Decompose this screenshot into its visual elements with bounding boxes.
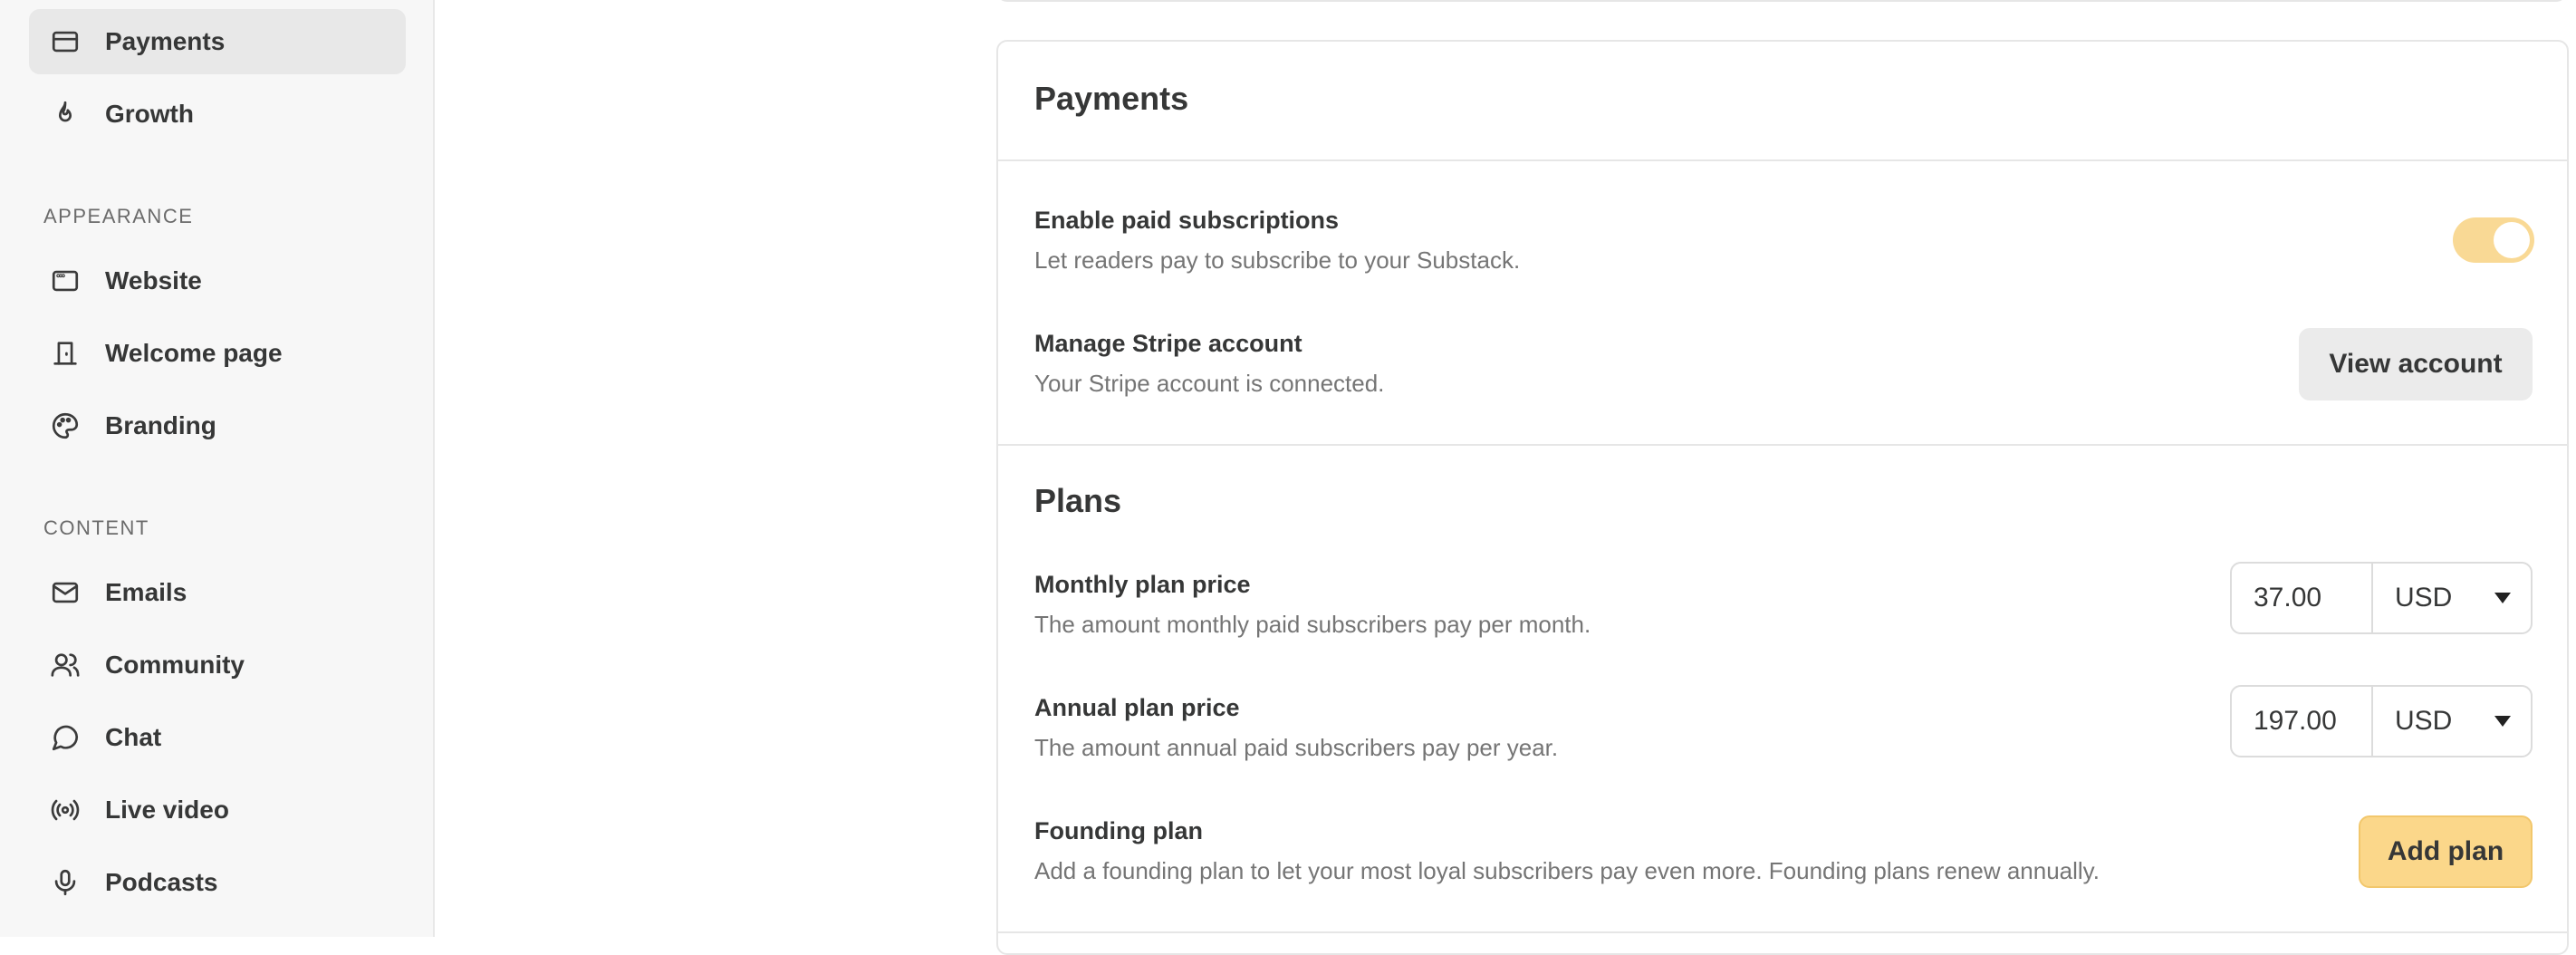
users-icon: [49, 649, 82, 681]
mail-icon: [49, 576, 82, 609]
sidebar-item-growth[interactable]: Growth: [29, 82, 406, 147]
annual-plan-title: Annual plan price: [1034, 694, 1240, 721]
section-label-content: CONTENT: [43, 516, 149, 539]
palette-icon: [49, 410, 82, 442]
stripe-desc: Your Stripe account is connected.: [1034, 370, 1385, 397]
annual-price-group: 197.00 USD: [2230, 685, 2533, 757]
currency-value: USD: [2395, 706, 2453, 736]
sidebar-item-payments[interactable]: Payments: [29, 9, 406, 74]
caret-down-icon: [2494, 716, 2511, 727]
monthly-plan-title: Monthly plan price: [1034, 571, 1251, 598]
previous-card-edge: [996, 0, 2567, 2]
sidebar-item-branding[interactable]: Branding: [29, 393, 406, 458]
divider: [998, 444, 2567, 446]
sidebar-item-label: Payments: [105, 27, 226, 55]
section-label-appearance: APPEARANCE: [43, 205, 194, 227]
sidebar-item-community[interactable]: Community: [29, 632, 406, 698]
payments-title: Payments: [1034, 80, 1189, 117]
monthly-price-input[interactable]: 37.00: [2232, 564, 2373, 632]
sidebar-item-chat[interactable]: Chat: [29, 705, 406, 770]
currency-value: USD: [2395, 583, 2453, 613]
monthly-currency-select[interactable]: USD: [2373, 564, 2531, 632]
broadcast-icon: [49, 794, 82, 826]
sidebar-item-label: Live video: [105, 796, 229, 824]
divider: [998, 931, 2567, 933]
annual-currency-select[interactable]: USD: [2373, 687, 2531, 756]
sidebar-item-label: Growth: [105, 100, 194, 128]
sidebar-item-label: Podcasts: [105, 868, 218, 896]
sidebar-item-live-video[interactable]: Live video: [29, 777, 406, 843]
annual-plan-desc: The amount annual paid subscribers pay p…: [1034, 734, 1559, 761]
caret-down-icon: [2494, 593, 2511, 603]
door-icon: [49, 337, 82, 370]
sidebar-item-label: Website: [105, 266, 202, 294]
toggle-knob: [2494, 222, 2530, 258]
sidebar-item-label: Community: [105, 651, 245, 679]
add-plan-button[interactable]: Add plan: [2359, 815, 2533, 888]
plans-title: Plans: [1034, 482, 1122, 519]
flame-icon: [49, 98, 82, 130]
enable-subscriptions-title: Enable paid subscriptions: [1034, 207, 1340, 234]
annual-price-input[interactable]: 197.00: [2232, 687, 2373, 756]
sidebar-item-welcome-page[interactable]: Welcome page: [29, 321, 406, 386]
sidebar: Payments Growth APPEARANCE Website Welco…: [0, 0, 435, 937]
sidebar-item-emails[interactable]: Emails: [29, 560, 406, 625]
founding-plan-desc: Add a founding plan to let your most loy…: [1034, 857, 2100, 884]
chat-bubble-icon: [49, 721, 82, 754]
founding-plan-title: Founding plan: [1034, 817, 1203, 844]
sidebar-item-podcasts[interactable]: Podcasts: [29, 850, 406, 915]
sidebar-item-label: Branding: [105, 411, 216, 439]
stripe-title: Manage Stripe account: [1034, 330, 1302, 357]
monthly-plan-desc: The amount monthly paid subscribers pay …: [1034, 611, 1591, 638]
enable-subscriptions-desc: Let readers pay to subscribe to your Sub…: [1034, 246, 1521, 274]
divider: [998, 159, 2567, 161]
microphone-icon: [49, 866, 82, 899]
enable-subscriptions-toggle[interactable]: [2453, 217, 2534, 263]
payments-card: Payments Enable paid subscriptions Let r…: [996, 40, 2569, 955]
monthly-price-group: 37.00 USD: [2230, 562, 2533, 634]
credit-card-icon: [49, 25, 82, 58]
sidebar-item-label: Emails: [105, 578, 187, 606]
browser-window-icon: [49, 265, 82, 297]
sidebar-item-label: Welcome page: [105, 339, 283, 367]
view-account-button[interactable]: View account: [2299, 328, 2533, 400]
sidebar-item-label: Chat: [105, 723, 162, 751]
sidebar-item-website[interactable]: Website: [29, 248, 406, 314]
